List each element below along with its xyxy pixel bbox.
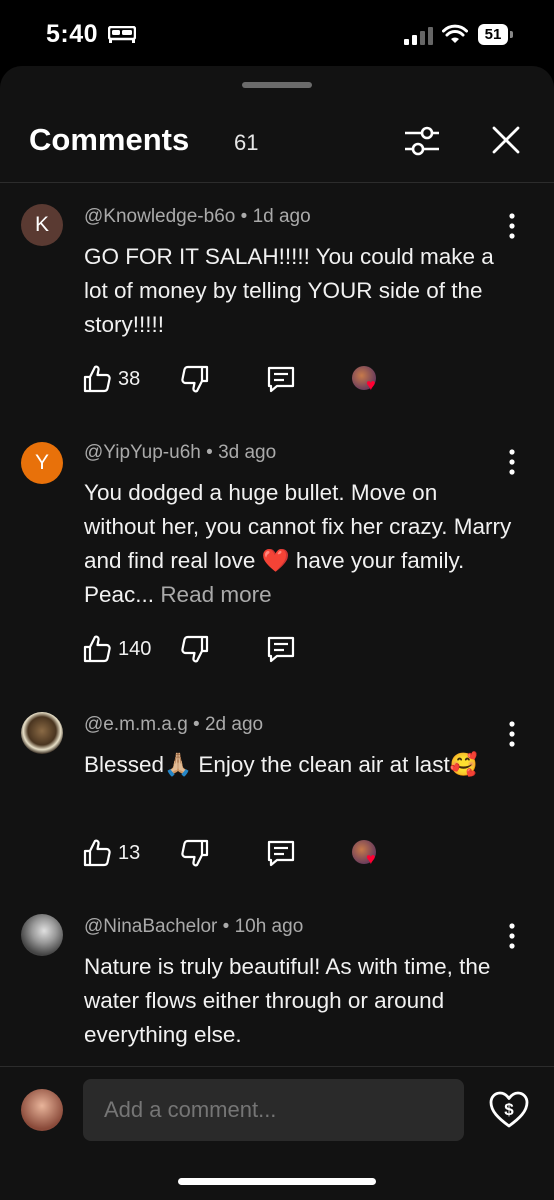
battery-level: 51 (478, 24, 508, 45)
avatar[interactable] (21, 712, 63, 754)
avatar[interactable] (21, 914, 63, 956)
sheet-grabber[interactable] (242, 82, 312, 88)
comment-text: Blessed🙏🏼 Enjoy the clean air at last🥰 (84, 752, 478, 777)
comment-meta: @NinaBachelor • 10h ago (84, 916, 304, 937)
page-title: Comments (29, 122, 190, 157)
comment-input[interactable] (83, 1079, 464, 1141)
comment-author[interactable]: @e.m.m.a.g (84, 714, 188, 735)
reply-icon (267, 636, 295, 663)
comment-actions: 13 ♥ (82, 838, 402, 870)
thumbs-down-icon (181, 839, 209, 867)
dislike-button[interactable] (180, 634, 210, 666)
reply-button[interactable] (266, 838, 296, 870)
avatar[interactable]: K (21, 204, 63, 246)
status-time: 5:40 (46, 20, 99, 48)
battery-indicator: 51 (478, 24, 513, 45)
creator-heart-badge: ♥ (350, 364, 384, 396)
reply-button[interactable] (266, 364, 296, 396)
sliders-icon[interactable] (402, 122, 442, 160)
more-vert-icon[interactable] (500, 922, 524, 950)
avatar (21, 1089, 63, 1131)
thumbs-up-icon (83, 839, 111, 867)
signal-icon (404, 27, 434, 45)
dislike-button[interactable] (180, 838, 210, 870)
like-button[interactable]: 13 (82, 838, 152, 870)
status-bar: 5:40 51 (0, 0, 554, 68)
comment-count: 61 (234, 130, 259, 155)
like-button[interactable]: 38 (82, 364, 152, 396)
more-vert-icon[interactable] (500, 720, 524, 748)
like-button[interactable]: 140 (82, 634, 162, 666)
comment-age: 2d ago (204, 714, 264, 735)
comment-author[interactable]: @NinaBachelor (84, 916, 217, 937)
dislike-button[interactable] (180, 364, 210, 396)
comment-text: You dodged a huge bullet. Move on withou… (84, 476, 514, 612)
thumbs-down-icon (181, 635, 209, 663)
like-count: 140 (118, 638, 152, 660)
comment-meta: @e.m.m.a.g • 2d ago (84, 714, 264, 735)
comment-composer: $ (0, 1066, 554, 1200)
header-divider (0, 182, 554, 183)
comment-author[interactable]: @YipYup-u6h (84, 442, 201, 463)
comment-meta: @Knowledge-b6o • 1d ago (84, 206, 311, 227)
comment-actions: 38 ♥ (82, 364, 402, 396)
heart-dollar-icon[interactable]: $ (488, 1090, 530, 1130)
wifi-icon (442, 24, 468, 44)
comment-text: GO FOR IT SALAH!!!!! You could make a lo… (84, 244, 494, 337)
comment-text-body: You dodged a huge bullet. Move on withou… (84, 480, 512, 607)
comment-age: 1d ago (252, 206, 311, 227)
svg-text:$: $ (504, 1100, 514, 1119)
reply-icon (267, 366, 295, 393)
reply-button[interactable] (266, 634, 296, 666)
comment-meta: @YipYup-u6h • 3d ago (84, 442, 277, 463)
creator-heart-badge: ♥ (350, 838, 384, 870)
thumbs-up-icon (83, 635, 111, 663)
comment-age: 10h ago (234, 916, 304, 937)
bed-icon (108, 26, 136, 44)
like-count: 38 (118, 368, 141, 390)
more-vert-icon[interactable] (500, 212, 524, 240)
comment-text: Nature is truly beautiful! As with time,… (84, 954, 491, 1047)
like-count: 13 (118, 842, 141, 864)
comment-age: 3d ago (218, 442, 277, 463)
comment-actions: 140 (82, 634, 402, 666)
thumbs-up-icon (83, 365, 111, 393)
thumbs-down-icon (181, 365, 209, 393)
read-more-link[interactable]: Read more (160, 582, 271, 607)
avatar[interactable]: Y (21, 442, 63, 484)
reply-icon (267, 840, 295, 867)
comment-author[interactable]: @Knowledge-b6o (84, 206, 235, 227)
more-vert-icon[interactable] (500, 448, 524, 476)
home-indicator[interactable] (178, 1178, 376, 1185)
close-icon[interactable] (490, 124, 522, 156)
